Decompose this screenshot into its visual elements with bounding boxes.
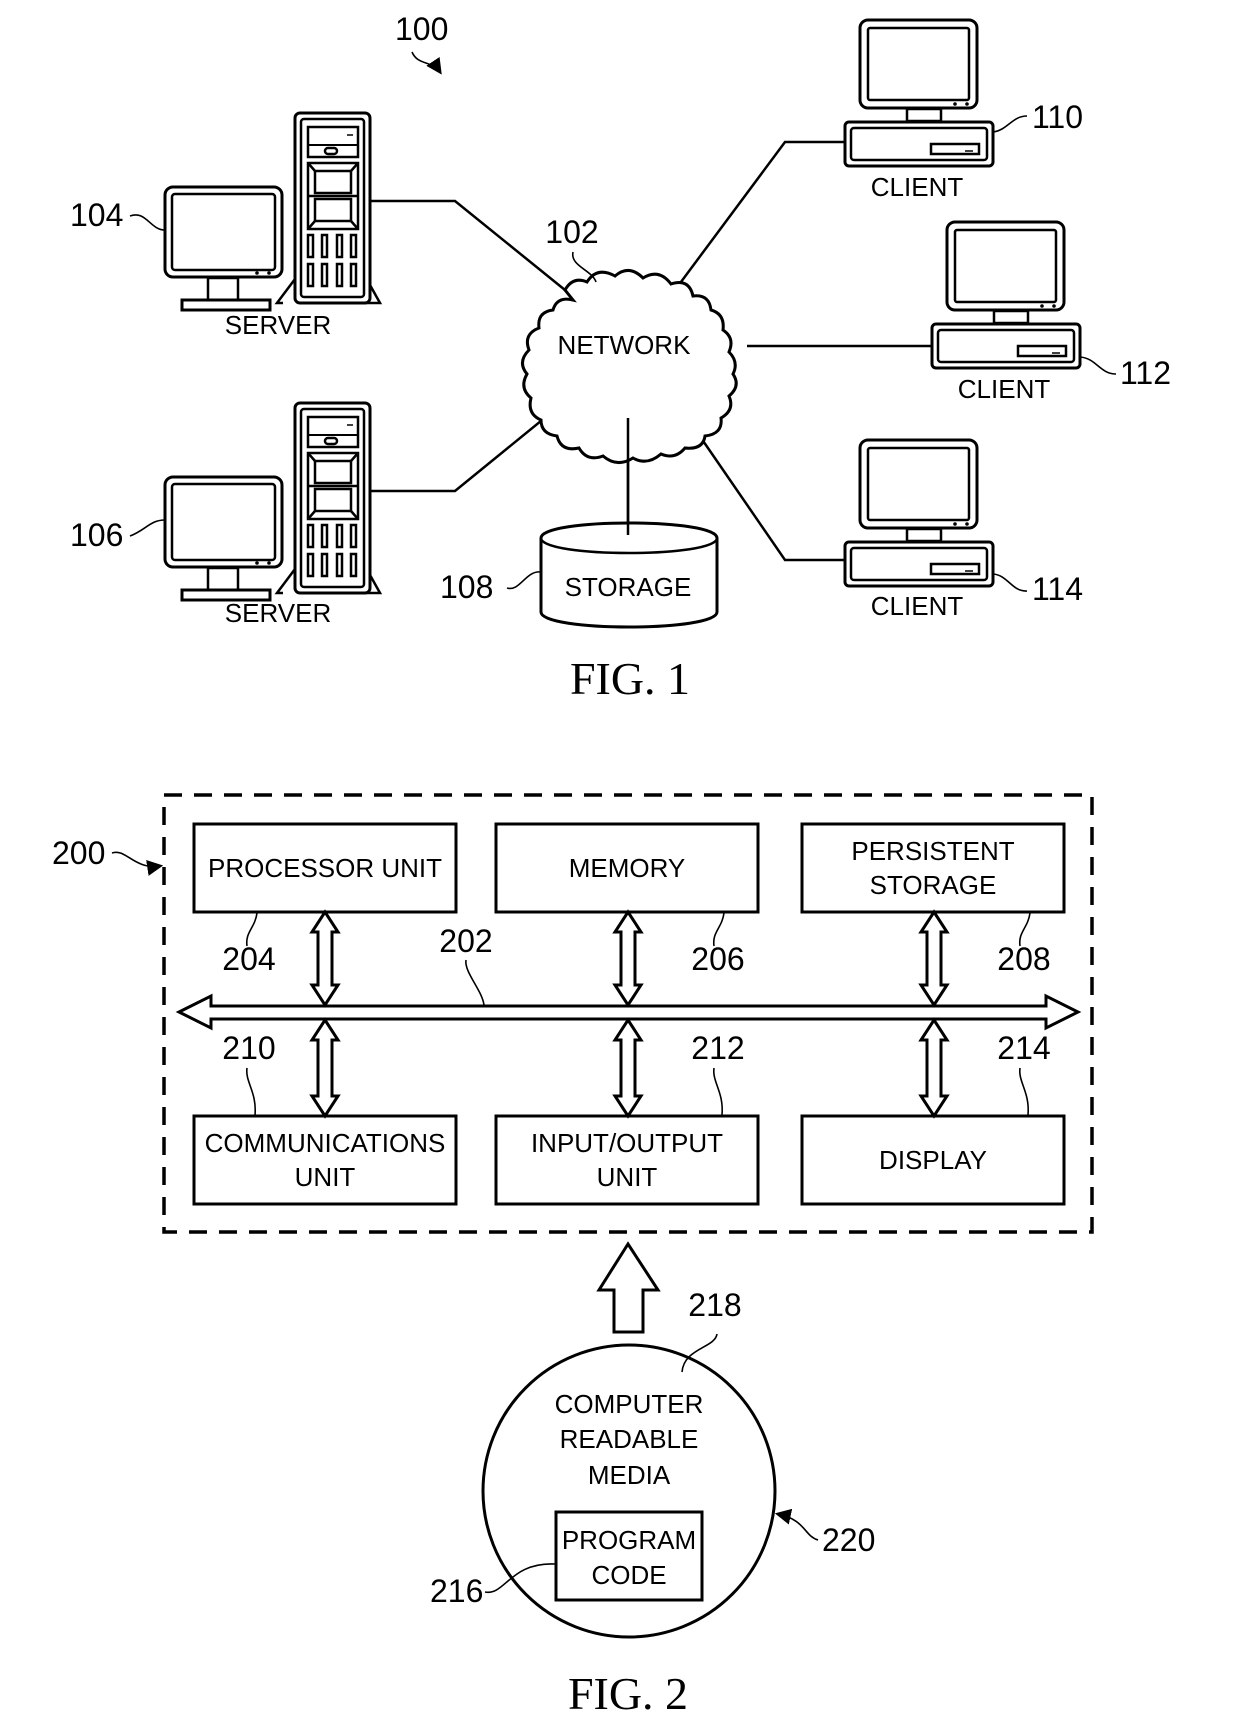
system-ref-100: 100 (395, 11, 448, 47)
server-icon (163, 401, 382, 602)
figure-1-caption: FIG. 1 (570, 653, 690, 704)
server-ref: 106 (70, 517, 123, 553)
server-label: SERVER (225, 310, 331, 340)
figure-2: 200 202 PROCESSOR UNIT 204 MEMORY 206 PERSIS… (52, 793, 1094, 1719)
server-104: SERVER 104 (70, 111, 382, 340)
client-ref-leader (1079, 356, 1117, 375)
communications-unit-label: COMMUNICATIONS (205, 1128, 446, 1158)
memory-component: MEMORY 206 (494, 822, 760, 1008)
program-code-label-line-1: PROGRAM (562, 1525, 696, 1555)
client-114: CLIENT 114 (843, 438, 1083, 621)
input-output-unit-label: INPUT/OUTPUT (531, 1128, 723, 1158)
network-ref-leader (572, 251, 597, 283)
media-label-line-2: READABLE (560, 1424, 699, 1454)
program-code-ref: 216 (430, 1573, 483, 1609)
communications-unit-ref-leader (246, 1067, 256, 1116)
client-icon (930, 220, 1082, 370)
cloud-shape (521, 269, 738, 464)
client-110: CLIENT 110 (843, 18, 1083, 202)
product-ref-arrow (774, 1508, 819, 1541)
server-ref: 104 (70, 197, 123, 233)
processor-unit-label: PROCESSOR UNIT (208, 853, 442, 883)
network-ref: 102 (545, 214, 598, 250)
communications-unit-bus-connector (309, 1017, 341, 1119)
wire-client-110 (673, 140, 845, 291)
product-ref-220: 220 (822, 1522, 875, 1558)
input-output-unit-ref-leader (713, 1067, 723, 1116)
client-ref: 114 (1032, 571, 1083, 607)
system-ref-200: 200 (52, 835, 105, 871)
display-ref: 214 (997, 1030, 1050, 1066)
processor-unit-component: PROCESSOR UNIT 204 (192, 822, 458, 1008)
client-ref-leader (992, 573, 1028, 592)
figure-1: 100 NETWORK 102 SERVER 104 SERVER 106 ST… (70, 11, 1171, 704)
storage-label: STORAGE (565, 572, 692, 602)
program-code-label-line-2: CODE (591, 1560, 666, 1590)
load-arrow (596, 1241, 661, 1334)
wire-server-104 (370, 199, 566, 291)
persistent-storage-label: PERSISTENT (851, 836, 1014, 866)
bus-ref: 202 (439, 923, 492, 959)
media-label-line-3: MEDIA (588, 1460, 671, 1490)
client-label: CLIENT (958, 374, 1051, 404)
client-112: CLIENT 112 (930, 220, 1171, 404)
processor-unit-bus-connector (309, 909, 341, 1008)
memory-bus-connector (612, 909, 644, 1008)
display-component: DISPLAY 214 (800, 1017, 1066, 1206)
computer-readable-media: COMPUTER READABLE MEDIA 218 PROGRAM CODE… (430, 1287, 875, 1639)
persistent-storage-label: STORAGE (870, 870, 997, 900)
client-icon (843, 18, 995, 168)
client-ref: 112 (1120, 355, 1171, 391)
display-bus-connector (918, 1017, 950, 1119)
display-ref-leader (1019, 1067, 1029, 1116)
communications-unit-ref: 210 (222, 1030, 275, 1066)
network-label: NETWORK (558, 330, 692, 360)
server-106: SERVER 106 (70, 401, 382, 628)
processor-unit-ref: 204 (222, 941, 275, 977)
server-ref-leader (129, 519, 166, 537)
client-ref: 110 (1032, 99, 1083, 135)
client-label: CLIENT (871, 172, 964, 202)
system-ref-arrow (411, 51, 442, 75)
bus-ref-leader (465, 959, 485, 1006)
storage-ref-leader (506, 571, 542, 590)
input-output-unit-label: UNIT (597, 1162, 658, 1192)
input-output-unit-bus-connector (612, 1017, 644, 1119)
communications-unit-label: UNIT (295, 1162, 356, 1192)
input-output-unit-ref: 212 (691, 1030, 744, 1066)
communications-unit-component: COMMUNICATIONS UNIT 210 (192, 1017, 458, 1206)
system-ref-arrow (111, 851, 164, 876)
persistent-storage-component: PERSISTENT STORAGE 208 (800, 822, 1066, 1008)
media-ref: 218 (688, 1287, 741, 1323)
client-label: CLIENT (871, 591, 964, 621)
server-label: SERVER (225, 598, 331, 628)
client-icon (843, 438, 995, 588)
persistent-storage-ref: 208 (997, 941, 1050, 977)
persistent-storage-bus-connector (918, 909, 950, 1008)
display-label: DISPLAY (879, 1145, 987, 1175)
patent-drawing-sheet: 100 NETWORK 102 SERVER 104 SERVER 106 ST… (52, 11, 1171, 1719)
server-icon (163, 111, 382, 312)
storage-ref: 108 (440, 569, 493, 605)
client-ref-leader (992, 115, 1028, 133)
input-output-unit-component: INPUT/OUTPUT UNIT 212 (494, 1017, 760, 1206)
figure-2-caption: FIG. 2 (568, 1668, 688, 1719)
memory-ref: 206 (691, 941, 744, 977)
memory-label: MEMORY (569, 853, 686, 883)
server-ref-leader (129, 214, 166, 231)
media-label-line-1: COMPUTER (555, 1389, 704, 1419)
